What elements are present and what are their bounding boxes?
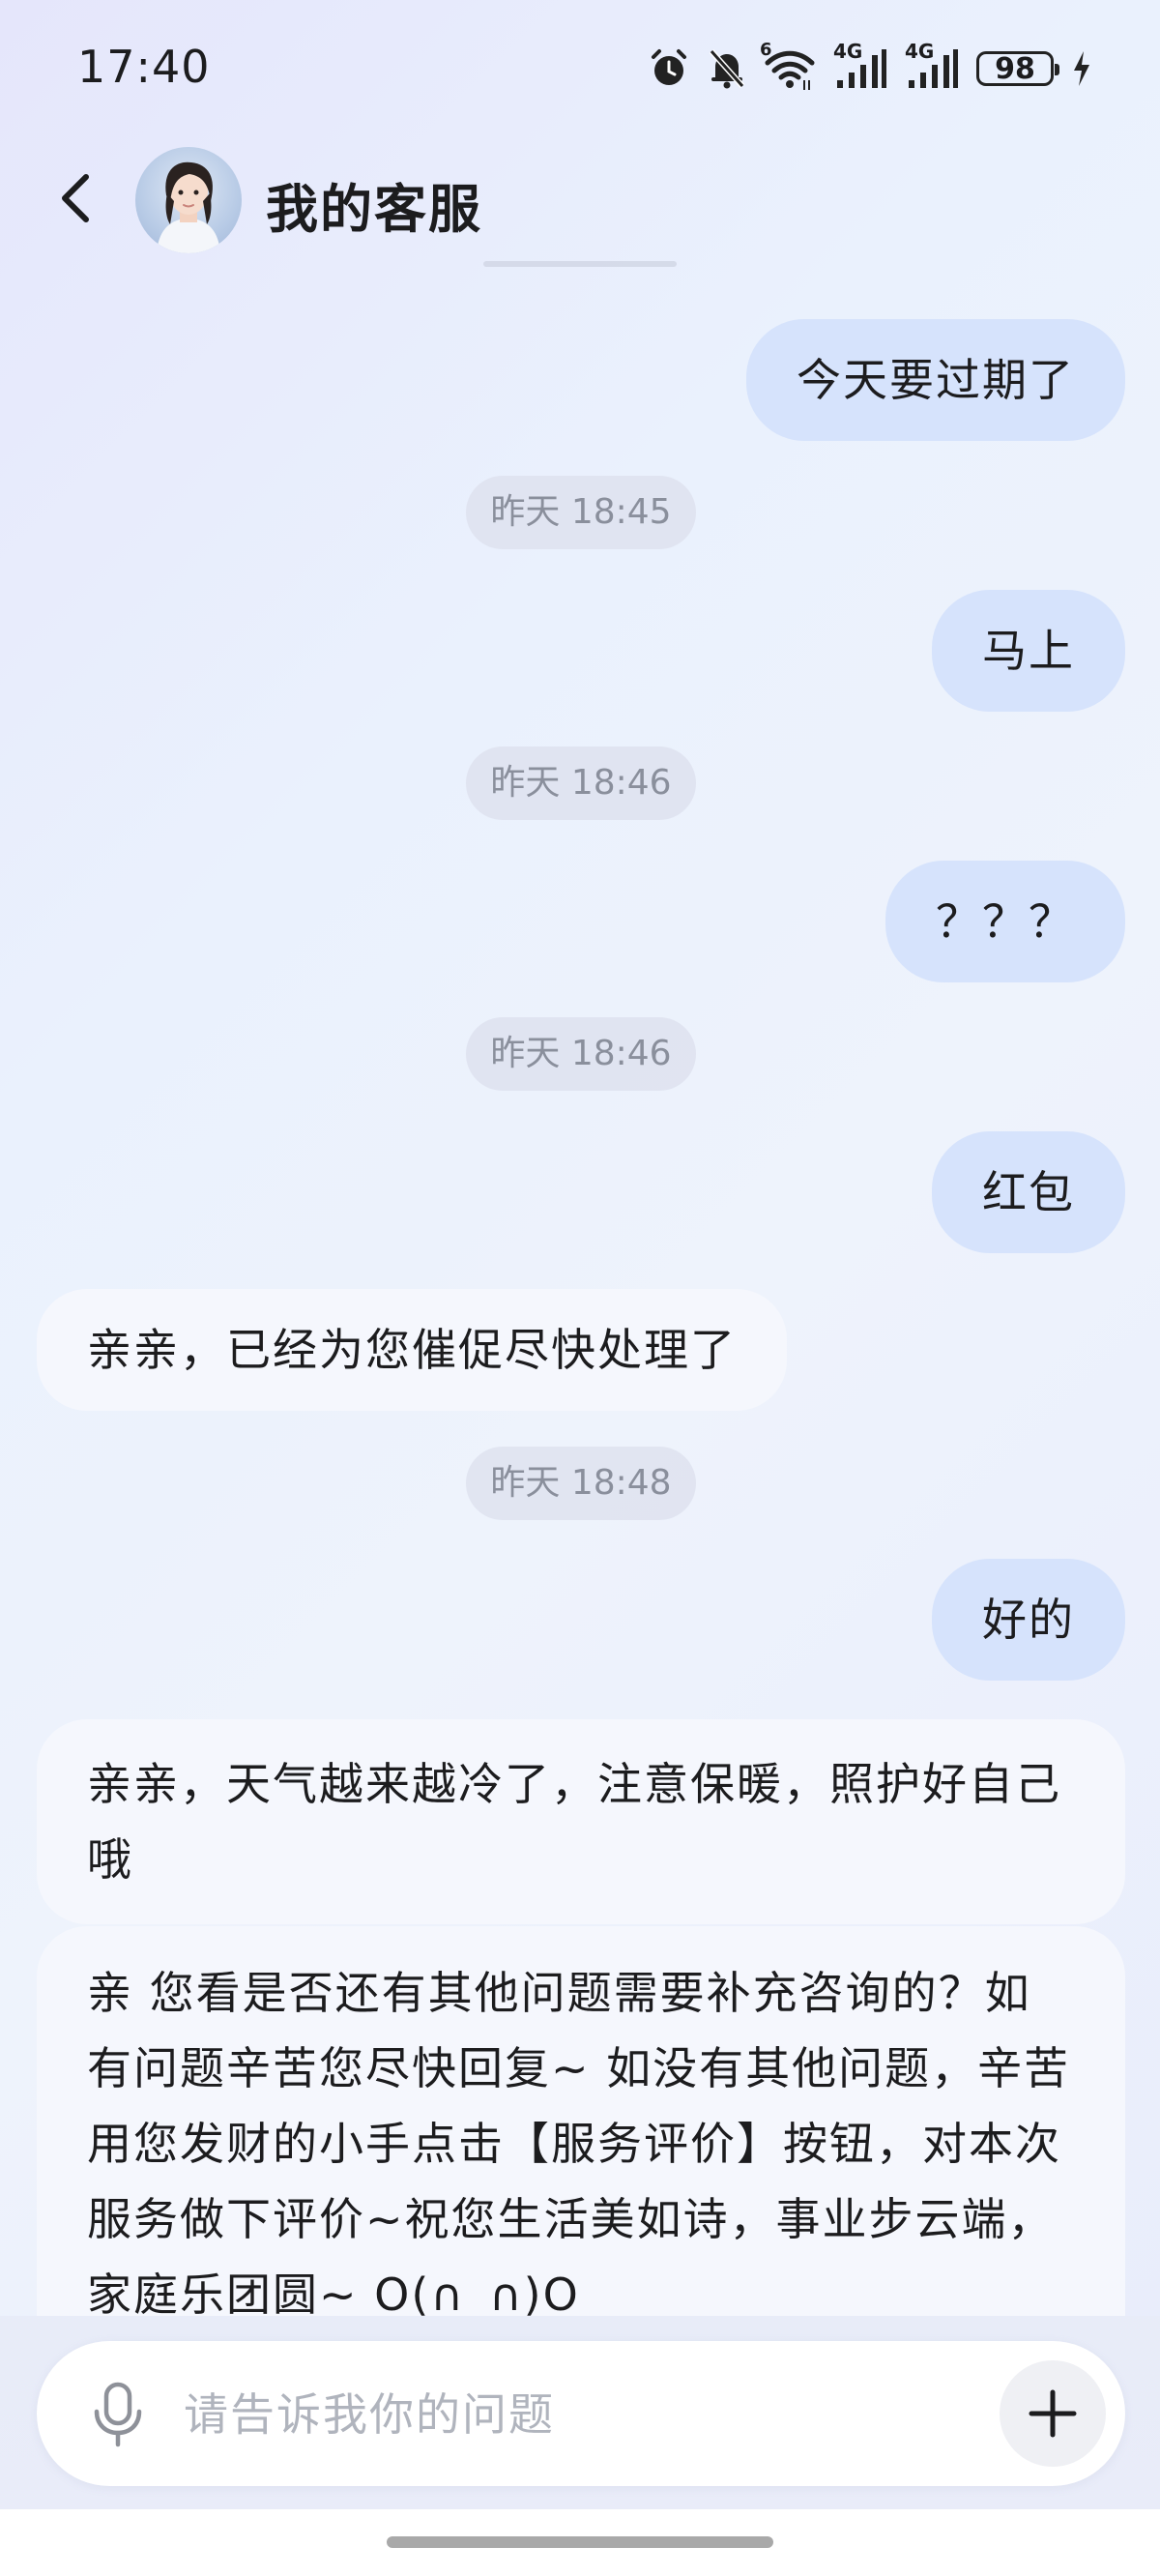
message-timestamp: 昨天 18:46	[466, 1017, 696, 1091]
signal-2: 4G	[905, 40, 959, 90]
home-indicator[interactable]	[387, 2536, 773, 2548]
status-time: 17:40	[77, 41, 211, 93]
outgoing-message[interactable]: 马上	[932, 590, 1125, 712]
status-icons: 6 4G 4G 98	[648, 40, 1092, 93]
chat-header: 我的客服	[0, 145, 1160, 261]
more-actions-button[interactable]	[1000, 2360, 1106, 2467]
system-nav-bar	[0, 2509, 1160, 2576]
outgoing-message[interactable]: ？？？	[885, 861, 1125, 982]
message-timestamp: 昨天 18:45	[466, 476, 696, 549]
back-button[interactable]	[43, 164, 110, 232]
chevron-left-icon	[62, 174, 89, 222]
outgoing-message[interactable]: 今天要过期了	[746, 319, 1125, 441]
composer	[0, 2316, 1160, 2509]
network-label-2: 4G	[905, 40, 935, 63]
agent-avatar[interactable]	[135, 147, 242, 253]
battery-indicator: 98	[976, 51, 1059, 86]
network-label-1: 4G	[833, 40, 863, 63]
incoming-message[interactable]: 亲亲，天气越来越冷了，注意保暖，照护好自己哦	[37, 1719, 1125, 1924]
plus-icon	[1029, 2389, 1077, 2438]
wifi-icon: 6	[760, 40, 816, 90]
microphone-icon	[94, 2382, 142, 2447]
incoming-message[interactable]: 亲 您看是否还有其他问题需要补充咨询的？如有问题辛苦您尽快回复~ 如没有其他问题…	[37, 1926, 1125, 2316]
voice-button[interactable]	[79, 2376, 157, 2453]
incoming-message[interactable]: 亲亲，已经为您催促尽快处理了	[37, 1289, 787, 1411]
alarm-icon	[648, 47, 690, 90]
message-timestamp: 昨天 18:46	[466, 746, 696, 820]
input-bar	[37, 2341, 1125, 2486]
message-input[interactable]	[182, 2370, 978, 2459]
outgoing-message[interactable]: 红包	[932, 1131, 1125, 1253]
bell-off-icon	[708, 47, 746, 90]
message-timestamp: 昨天 18:48	[466, 1447, 696, 1520]
status-bar: 17:40 6 4G 4G 98	[0, 0, 1160, 145]
signal-1: 4G	[833, 40, 887, 90]
outgoing-message[interactable]: 好的	[932, 1559, 1125, 1681]
bolt-icon	[1071, 49, 1092, 88]
chat-messages[interactable]: 今天要过期了 昨天 18:45 马上 昨天 18:46 ？？？ 昨天 18:46…	[0, 261, 1160, 2316]
page-title: 我的客服	[266, 179, 482, 240]
scroll-hint	[483, 261, 677, 267]
wifi-badge: 6	[760, 40, 772, 60]
